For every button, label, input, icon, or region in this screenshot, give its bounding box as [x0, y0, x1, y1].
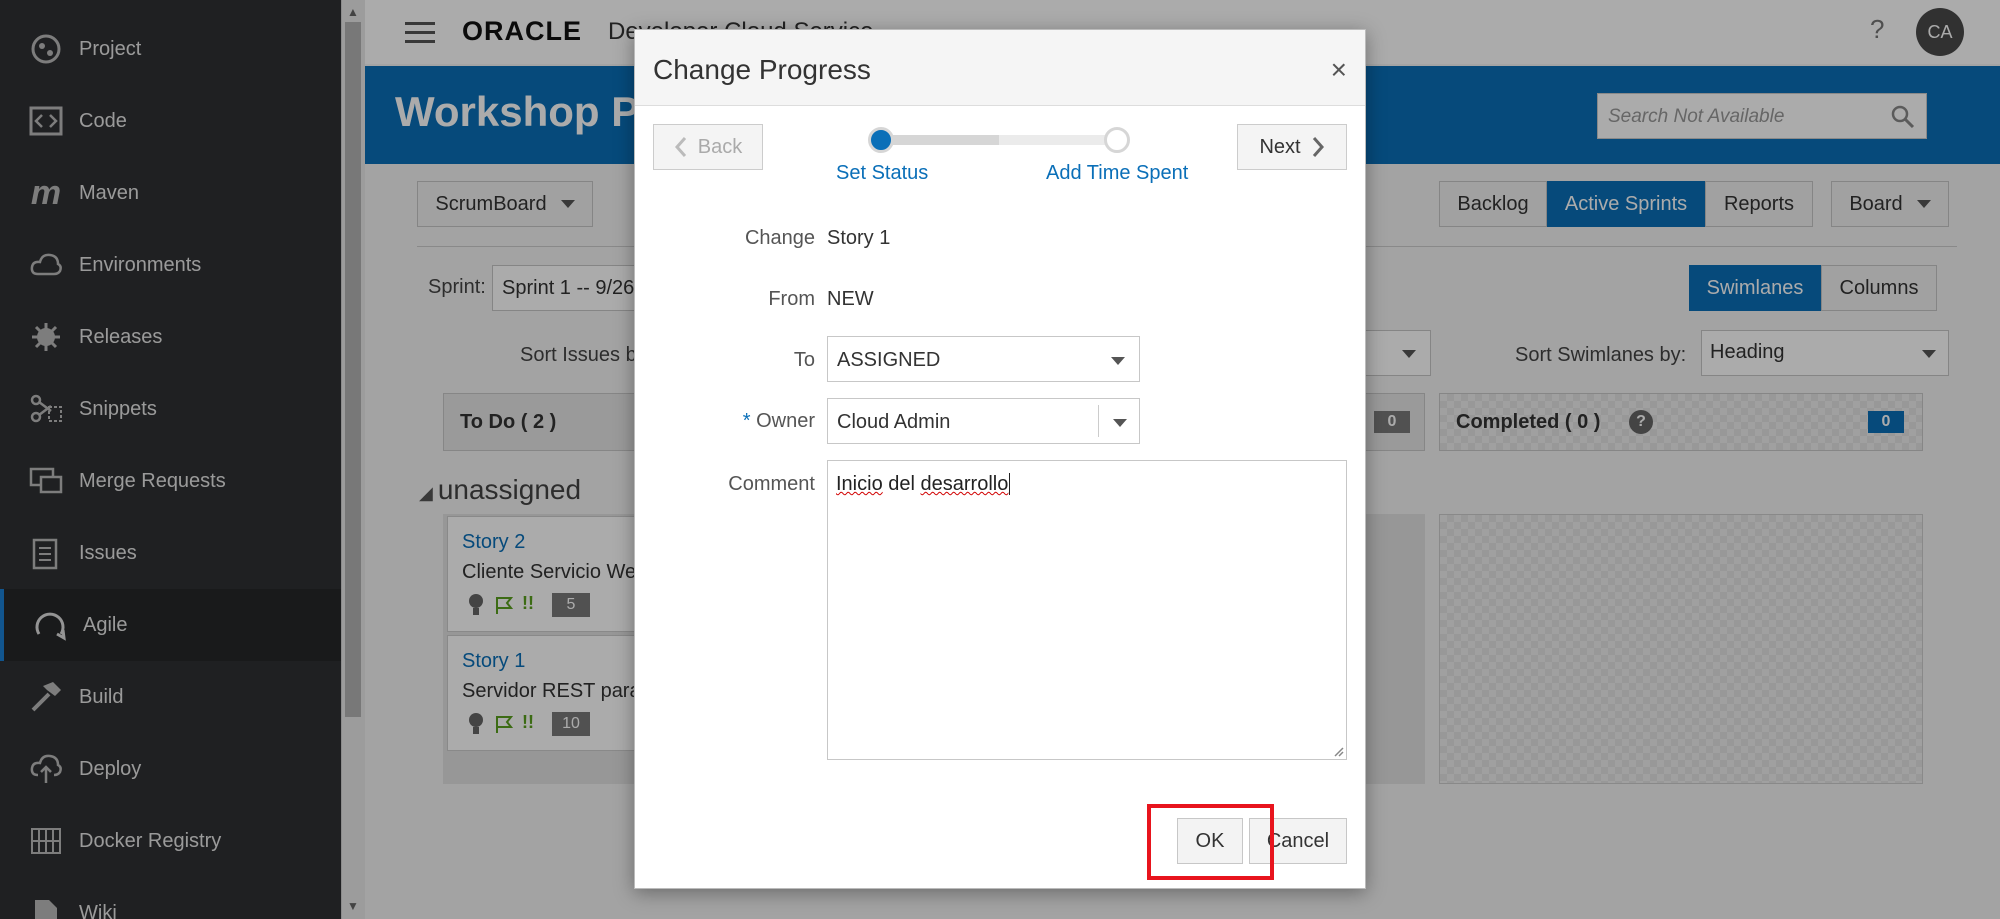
comment-text: Inicio del desarrollo [836, 473, 1011, 496]
change-label: Change [744, 227, 815, 249]
text-cursor [1009, 473, 1011, 495]
ok-highlight-box [1147, 804, 1274, 880]
to-status-value: ASSIGNED [837, 349, 941, 371]
to-status-select[interactable]: ASSIGNED [827, 336, 1140, 382]
chevron-left-icon [674, 137, 686, 157]
chevron-down-icon[interactable] [1113, 419, 1127, 427]
next-label: Next [1259, 135, 1301, 158]
step-set-status-label[interactable]: Set Status [836, 162, 928, 185]
required-asterisk: * [742, 410, 751, 432]
chevron-down-icon [1111, 357, 1125, 365]
close-icon[interactable]: × [1331, 54, 1347, 86]
from-value: NEW [827, 288, 874, 310]
chevron-right-icon [1312, 137, 1324, 157]
step-add-time-spent-label[interactable]: Add Time Spent [1046, 162, 1188, 185]
comment-label: Comment [728, 473, 815, 495]
dialog-header: Change Progress × [635, 30, 1365, 106]
comment-word: del [888, 473, 915, 495]
comment-textarea[interactable]: Inicio del desarrollo [827, 460, 1347, 760]
owner-label: * Owner [675, 410, 815, 433]
combobox-divider [1098, 405, 1099, 437]
resize-grip-icon[interactable] [1332, 745, 1344, 757]
comment-word: Inicio [836, 473, 883, 495]
change-value: Story 1 [827, 227, 891, 249]
train-track [999, 135, 1111, 145]
from-label: From [768, 288, 815, 310]
dialog-title: Change Progress [653, 54, 871, 85]
to-label: To [793, 349, 815, 371]
back-label: Back [697, 135, 743, 158]
step-add-time-spent-dot[interactable] [1104, 127, 1130, 153]
owner-combobox[interactable]: Cloud Admin [827, 398, 1140, 444]
comment-word: desarrollo [920, 473, 1009, 495]
train-progress [881, 135, 999, 145]
owner-value: Cloud Admin [837, 411, 951, 433]
change-progress-dialog: Change Progress × Back Set Status Add Ti… [634, 29, 1366, 889]
next-button[interactable]: Next [1237, 124, 1347, 170]
owner-label-text: Owner [756, 410, 815, 432]
step-set-status-dot[interactable] [868, 127, 894, 153]
back-button[interactable]: Back [653, 124, 763, 170]
